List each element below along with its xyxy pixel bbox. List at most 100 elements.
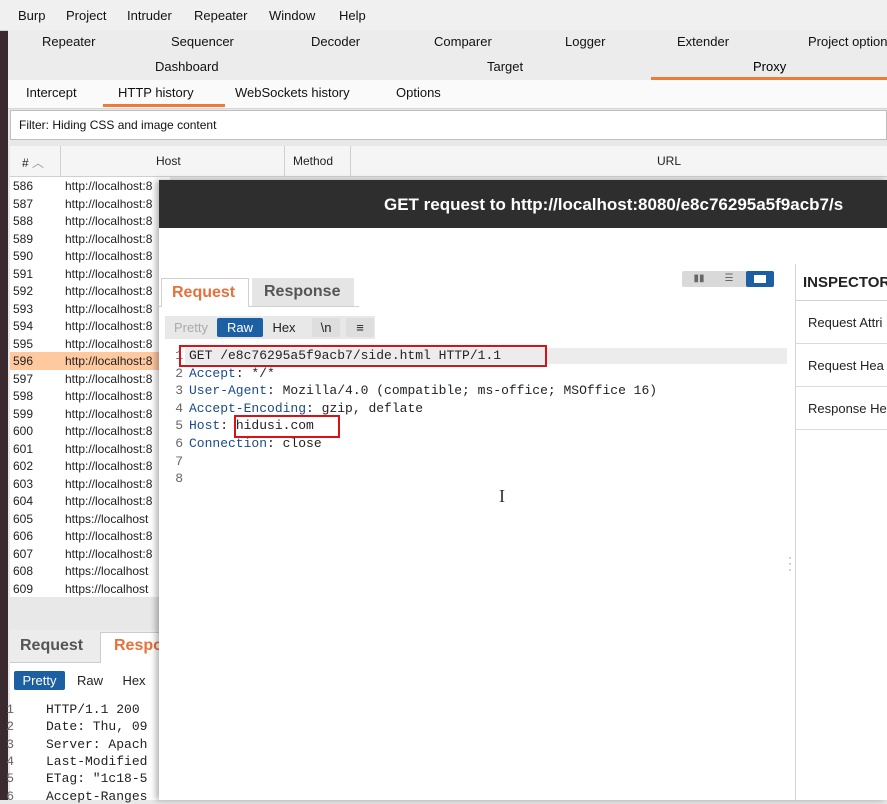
menu-icon[interactable]: ≡ (346, 318, 374, 337)
col-method[interactable]: Method (293, 154, 333, 168)
split-vertical-icon[interactable]: ☰ (716, 273, 742, 285)
raw-button[interactable]: Raw (217, 318, 263, 337)
table-row[interactable]: 597 http://localhost:8 (10, 370, 170, 388)
table-row[interactable]: 590 http://localhost:8 (10, 247, 170, 265)
response-line: Last-Modified (46, 753, 148, 769)
row-host: http://localhost:8 (65, 301, 153, 316)
history-rows: 586 http://localhost:8 587 http://localhost… (10, 177, 170, 597)
line-number: 1 (6, 702, 14, 717)
bottom-raw-button[interactable]: Raw (70, 671, 110, 690)
table-row[interactable]: 593 http://localhost:8 (10, 300, 170, 318)
text-cursor-icon: I (499, 486, 505, 506)
table-row[interactable]: 589 http://localhost:8 (10, 230, 170, 248)
tab-project-options[interactable]: Project option (808, 34, 887, 49)
row-number: 595 (13, 336, 34, 351)
line-number: 2 (6, 719, 14, 735)
tab-logger[interactable]: Logger (565, 34, 605, 49)
tab-intercept[interactable]: Intercept (26, 85, 77, 100)
bottom-message-pane: Request Respo Pretty Raw Hex 1 HTTP/1.1 2… (6, 630, 172, 804)
table-row[interactable]: 608 https://localhost (10, 562, 170, 580)
newline-toggle-button[interactable]: \n (312, 318, 340, 337)
table-row[interactable]: 586 http://localhost:8 (10, 177, 170, 195)
response-line: ETag: "1c18-5 (46, 771, 148, 787)
row-host: http://localhost:8 (65, 529, 153, 543)
header-value: gzip, deflate (313, 400, 424, 416)
table-row[interactable]: 606 http://localhost:8 (10, 527, 170, 545)
tab-target[interactable]: Target (487, 59, 523, 74)
menu-window[interactable]: Window (269, 8, 315, 23)
tab-extender[interactable]: Extender (677, 34, 729, 49)
proxy-subtabs: Intercept HTTP history WebSockets histor… (8, 80, 887, 109)
hex-button[interactable]: Hex (266, 318, 302, 337)
bottom-hex-button[interactable]: Hex (114, 671, 154, 690)
table-row[interactable]: 607 http://localhost:8 (10, 545, 170, 563)
splitter-handle-icon[interactable]: · · · (788, 551, 792, 575)
table-row[interactable]: 592 http://localhost:8 (10, 282, 170, 300)
single-pane-icon[interactable] (746, 271, 774, 287)
table-row[interactable]: 601 http://localhost:8 (10, 440, 170, 458)
tool-tabs-row2: Dashboard Target Proxy (8, 55, 887, 81)
bottom-tab-request[interactable]: Request (20, 637, 83, 655)
inspector-request-attributes[interactable]: Request Attri (796, 301, 887, 344)
menu-repeater[interactable]: Repeater (194, 8, 247, 23)
tab-comparer[interactable]: Comparer (434, 34, 492, 49)
response-line: Server: Apach (46, 736, 148, 752)
table-row[interactable]: 595 http://localhost:8 (10, 335, 170, 353)
inspector-response-headers[interactable]: Response He (796, 387, 887, 430)
row-host: https://localhost (65, 564, 149, 578)
table-row[interactable]: 605 https://localhost (10, 510, 170, 528)
history-table-header: # ︿ Host Method URL (10, 146, 887, 177)
table-row[interactable]: 591 http://localhost:8 (10, 265, 170, 283)
line-number: 6 (175, 436, 183, 451)
row-host: http://localhost:8 (65, 476, 153, 491)
filter-bar[interactable]: Filter: Hiding CSS and image content (10, 110, 887, 140)
row-host: http://localhost:8 (65, 266, 153, 281)
table-row[interactable]: 594 http://localhost:8 (10, 317, 170, 335)
table-row[interactable]: 609 https://localhost (10, 580, 170, 598)
col-host[interactable]: Host (156, 154, 181, 168)
row-host: http://localhost:8 (65, 389, 153, 403)
tab-decoder[interactable]: Decoder (311, 34, 360, 49)
row-host: http://localhost:8 (65, 371, 153, 386)
tab-request[interactable]: Request (161, 278, 249, 307)
tab-sequencer[interactable]: Sequencer (171, 34, 234, 49)
tab-websockets-history[interactable]: WebSockets history (235, 85, 350, 100)
table-row[interactable]: 588 http://localhost:8 (10, 212, 170, 230)
table-row[interactable]: 602 http://localhost:8 (10, 457, 170, 475)
tab-http-history[interactable]: HTTP history (118, 85, 194, 100)
table-row[interactable]: 598 http://localhost:8 (10, 387, 170, 405)
menu-help[interactable]: Help (339, 8, 366, 23)
row-host: http://localhost:8 (65, 284, 153, 298)
tab-dashboard[interactable]: Dashboard (155, 59, 219, 74)
menu-burp[interactable]: Burp (18, 8, 45, 23)
row-number: 600 (13, 424, 34, 438)
tab-proxy[interactable]: Proxy (753, 59, 786, 74)
bottom-pretty-button[interactable]: Pretty (14, 671, 65, 690)
line-number: 7 (175, 453, 183, 469)
header-name: User-Agent (189, 383, 268, 399)
table-row[interactable]: 600 http://localhost:8 (10, 422, 170, 440)
menu-intruder[interactable]: Intruder (127, 8, 172, 23)
response-line: Accept-Ranges (46, 788, 148, 804)
pretty-button[interactable]: Pretty (168, 318, 214, 337)
request-line: Connection: close (189, 436, 322, 451)
inspector-panel: INSPECTOR Request Attri Request Hea Resp… (795, 264, 887, 800)
tab-response[interactable]: Response (252, 278, 354, 306)
table-row[interactable]: 587 http://localhost:8 (10, 195, 170, 213)
table-row[interactable]: 603 http://localhost:8 (10, 475, 170, 493)
col-url[interactable]: URL (657, 154, 681, 168)
table-row[interactable]: 596 http://localhost:8 (10, 352, 170, 370)
split-horizontal-icon[interactable]: ▮▮ (686, 273, 712, 285)
inspector-request-headers[interactable]: Request Hea (796, 344, 887, 387)
filter-text: Filter: Hiding CSS and image content (19, 118, 217, 132)
menu-project[interactable]: Project (66, 8, 106, 23)
table-row[interactable]: 604 http://localhost:8 (10, 492, 170, 510)
header-value: Mozilla/4.0 (compatible; ms-office; MSOf… (274, 383, 658, 399)
tab-options[interactable]: Options (396, 85, 441, 100)
bottom-tab-response[interactable]: Respo (114, 637, 163, 655)
row-host: http://localhost:8 (65, 494, 153, 508)
tab-repeater[interactable]: Repeater (42, 34, 95, 49)
col-number[interactable]: # ︿ (22, 154, 44, 171)
table-row[interactable]: 599 http://localhost:8 (10, 405, 170, 423)
row-number: 592 (13, 284, 34, 298)
